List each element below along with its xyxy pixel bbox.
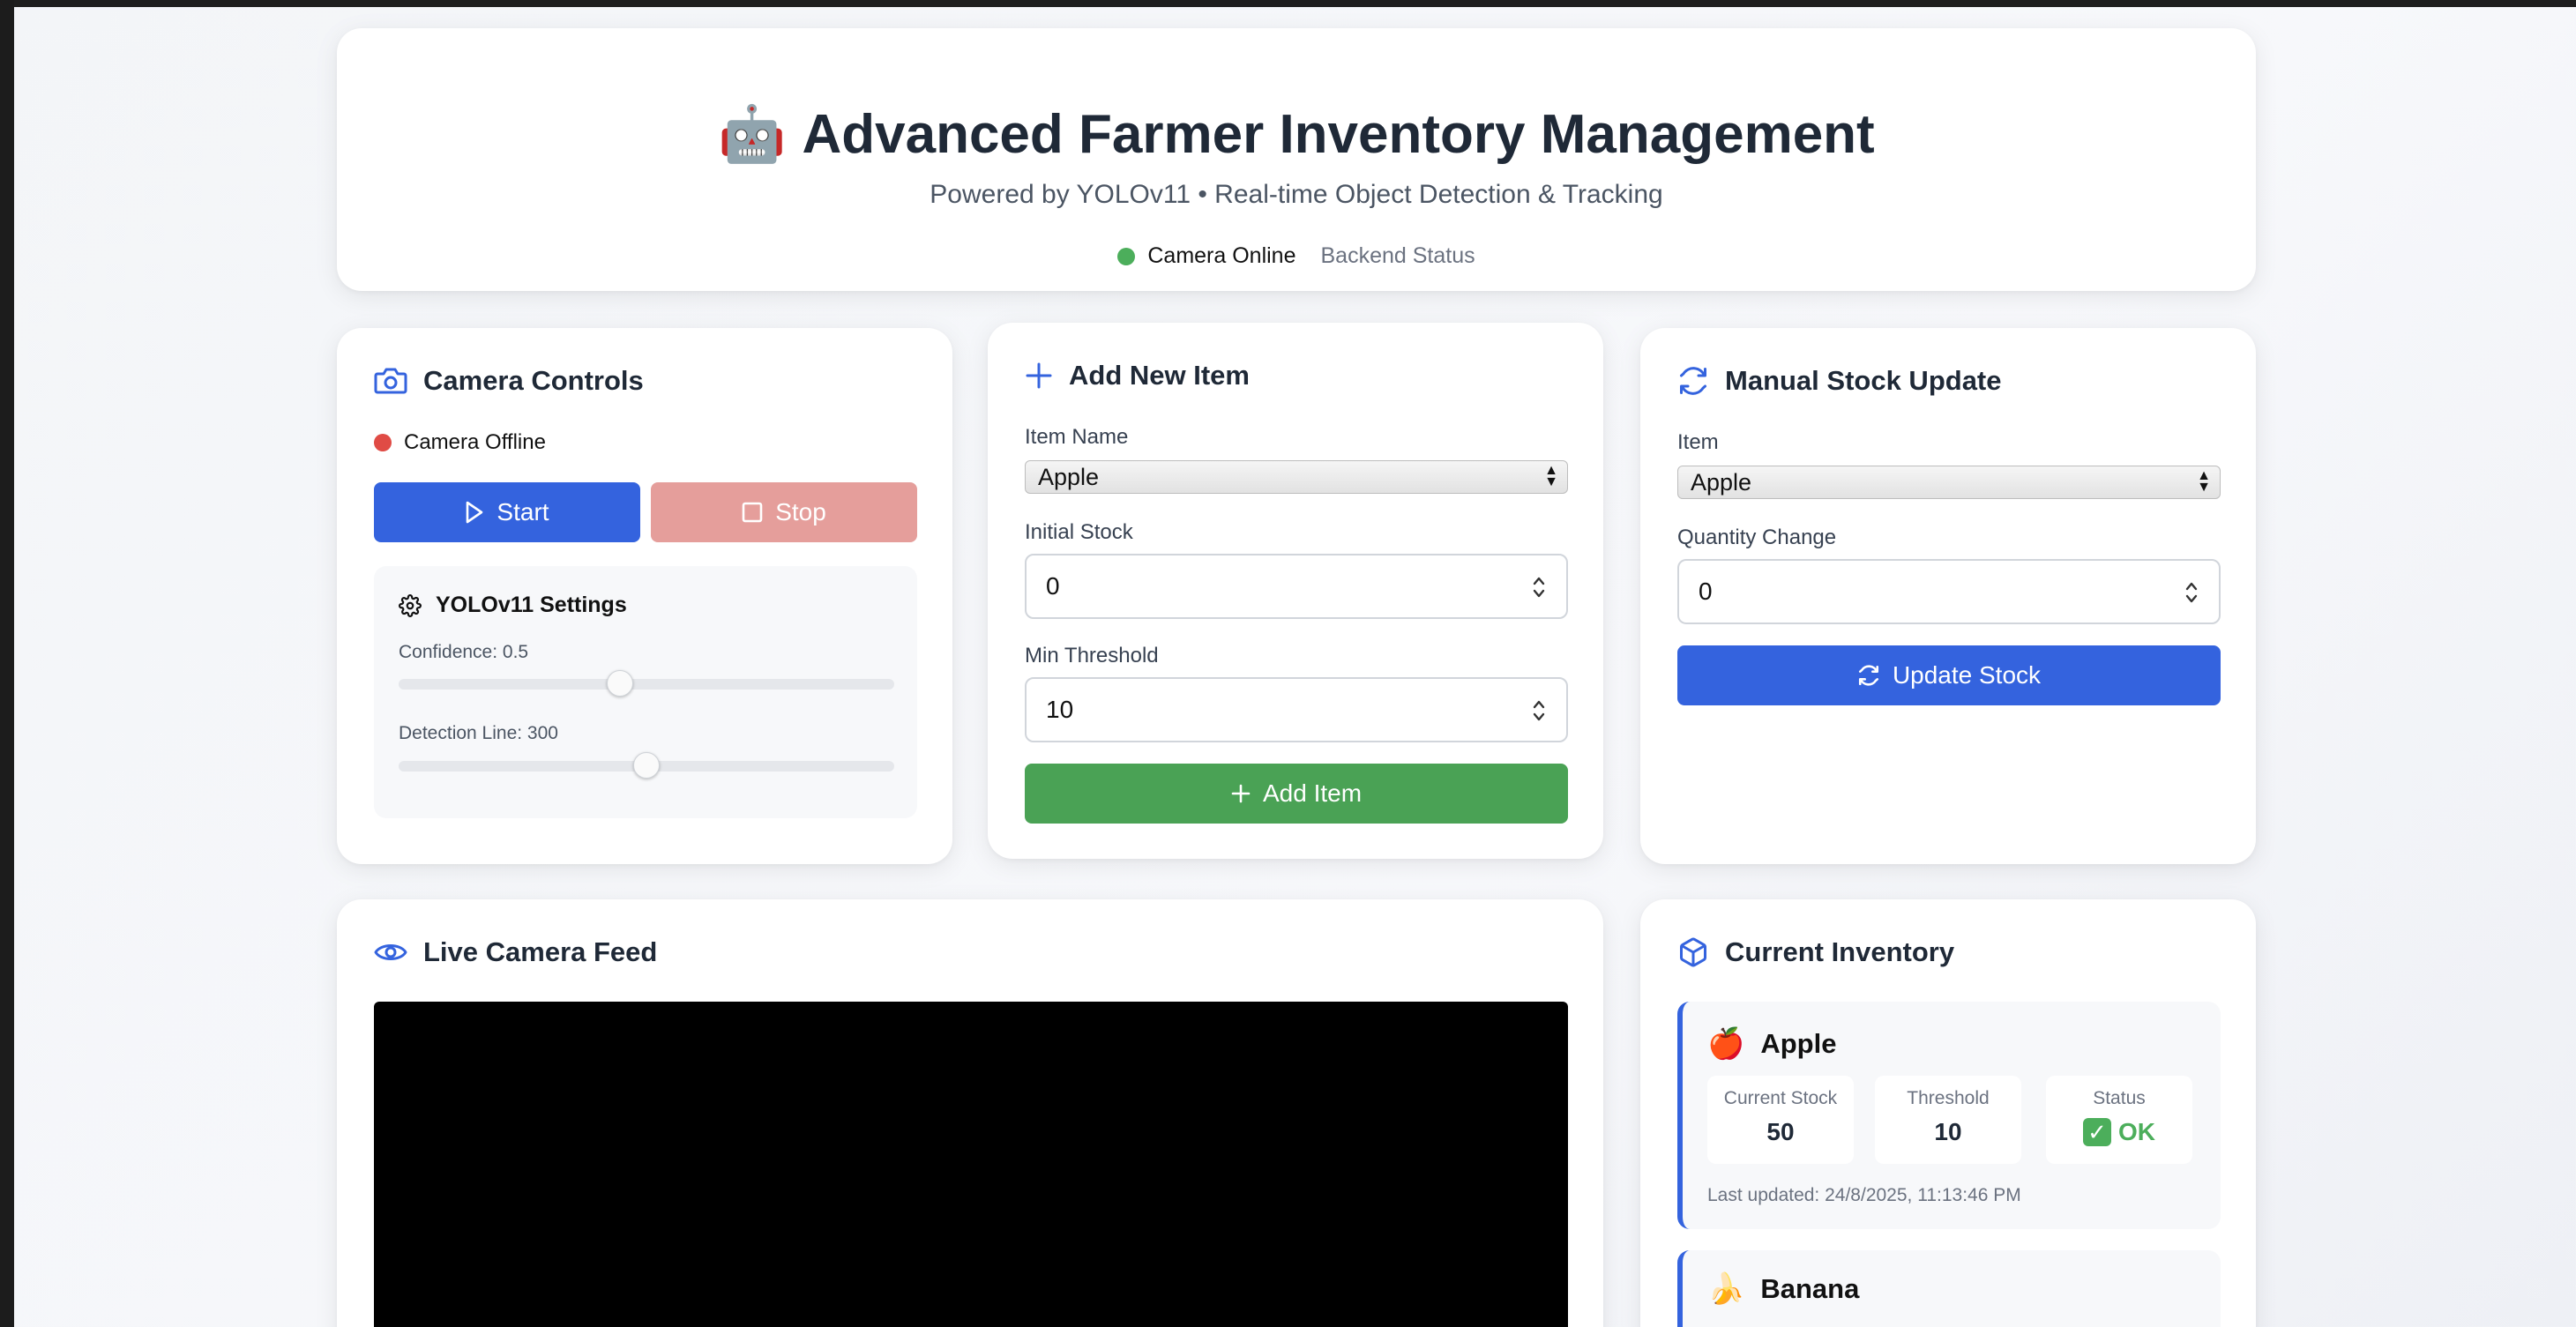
inventory-heading: Current Inventory bbox=[1677, 936, 1954, 968]
yolo-settings-heading: YOLOv11 Settings bbox=[399, 593, 627, 618]
add-item-button[interactable]: Add Item bbox=[1025, 764, 1568, 824]
live-feed-heading: Live Camera Feed bbox=[374, 936, 657, 968]
detection-line-label: Detection Line: 300 bbox=[399, 723, 558, 743]
camera-offline-indicator bbox=[374, 434, 392, 451]
inventory-item-name: 🍌 Banana bbox=[1707, 1271, 1859, 1307]
confidence-label: Confidence: 0.5 bbox=[399, 642, 529, 662]
inventory-item-banana: 🍌 Banana bbox=[1677, 1250, 2221, 1327]
threshold-value: 10 bbox=[1934, 1118, 1962, 1145]
item-select-value: Apple bbox=[1691, 468, 1752, 496]
banana-icon: 🍌 bbox=[1707, 1272, 1745, 1306]
page-title-text: Advanced Farmer Inventory Management bbox=[802, 104, 1875, 165]
inventory-item-name: 🍎 Apple bbox=[1707, 1026, 1836, 1062]
item-name-value: Apple bbox=[1038, 463, 1100, 490]
backend-status-text: Backend Status bbox=[1320, 243, 1475, 268]
stepper-icon[interactable] bbox=[2184, 578, 2199, 607]
status-value: ✓ OK bbox=[2046, 1118, 2192, 1146]
start-button[interactable]: Start bbox=[374, 482, 640, 542]
yolo-settings-title: YOLOv11 Settings bbox=[436, 593, 627, 617]
add-item-button-label: Add Item bbox=[1262, 779, 1363, 807]
page-subtitle: Powered by YOLOv11 • Real-time Object De… bbox=[930, 180, 1663, 209]
check-icon: ✓ bbox=[2083, 1118, 2111, 1146]
manual-stock-heading: Manual Stock Update bbox=[1677, 365, 2002, 397]
inventory-title: Current Inventory bbox=[1725, 936, 1955, 967]
inventory-item-name-text: Banana bbox=[1760, 1273, 1860, 1304]
manual-stock-title: Manual Stock Update bbox=[1725, 365, 2002, 396]
apple-icon: 🍎 bbox=[1707, 1027, 1745, 1061]
add-item-title: Add New Item bbox=[1069, 360, 1250, 391]
current-stock-value: 50 bbox=[1766, 1118, 1795, 1145]
initial-stock-label: Initial Stock bbox=[1025, 520, 1133, 544]
current-stock-label: Current Stock bbox=[1723, 1088, 1838, 1108]
add-item-card: Add New Item Item Name Apple ▲ ▼ Initial … bbox=[988, 323, 1603, 859]
min-threshold-value: 10 bbox=[1046, 696, 1074, 723]
robot-icon: 🤖 bbox=[718, 104, 787, 165]
camera-feed-screen bbox=[374, 1002, 1568, 1327]
camera-controls-card: Camera Controls Camera Offline Start Sto… bbox=[337, 328, 952, 864]
select-arrows-icon: ▲ ▼ bbox=[1544, 463, 1558, 489]
update-stock-button[interactable]: Update Stock bbox=[1677, 645, 2221, 705]
camera-online-indicator bbox=[1117, 247, 1136, 265]
inventory-item-apple: 🍎 Apple Current Stock 50 Threshold 10 St… bbox=[1677, 1002, 2221, 1229]
min-threshold-input[interactable]: 10 bbox=[1025, 677, 1568, 742]
eye-icon bbox=[374, 944, 407, 960]
gear-icon bbox=[399, 593, 422, 617]
status-text: OK bbox=[2118, 1118, 2155, 1145]
last-updated-text: Last updated: 24/8/2025, 11:13:46 PM bbox=[1707, 1185, 2021, 1205]
add-item-heading: Add New Item bbox=[1025, 360, 1250, 391]
initial-stock-value: 0 bbox=[1046, 572, 1060, 600]
live-feed-card: Live Camera Feed bbox=[337, 899, 1603, 1327]
refresh-icon bbox=[1680, 367, 1706, 395]
threshold-stat: Threshold 10 bbox=[1875, 1076, 2021, 1164]
live-feed-title: Live Camera Feed bbox=[423, 936, 658, 967]
plus-icon bbox=[1231, 784, 1251, 803]
inventory-item-name-text: Apple bbox=[1760, 1028, 1837, 1059]
refresh-icon bbox=[1858, 665, 1878, 686]
min-threshold-label: Min Threshold bbox=[1025, 644, 1159, 667]
stepper-icon[interactable] bbox=[1531, 697, 1547, 725]
manual-stock-card: Manual Stock Update Item Apple ▲ ▼ Quanti… bbox=[1640, 328, 2256, 864]
camera-offline-status: Camera Offline bbox=[374, 430, 546, 455]
camera-controls-title: Camera Controls bbox=[423, 365, 644, 396]
camera-controls-heading: Camera Controls bbox=[374, 365, 644, 397]
stop-button-label: Stop bbox=[775, 498, 826, 526]
item-select[interactable]: Apple ▲ ▼ bbox=[1677, 466, 2221, 499]
select-arrows-icon: ▲ ▼ bbox=[2197, 468, 2211, 495]
detection-line-slider-thumb[interactable] bbox=[633, 752, 660, 779]
current-stock-stat: Current Stock 50 bbox=[1707, 1076, 1854, 1164]
item-name-select[interactable]: Apple ▲ ▼ bbox=[1025, 460, 1568, 494]
item-label: Item bbox=[1677, 430, 1719, 454]
status-bar: Camera Online Backend Status bbox=[337, 243, 2256, 269]
update-stock-button-label: Update Stock bbox=[1892, 661, 2042, 689]
start-button-label: Start bbox=[497, 498, 549, 526]
inventory-card: Current Inventory 🍎 Apple Current Stock … bbox=[1640, 899, 2256, 1327]
camera-online-text: Camera Online bbox=[1147, 243, 1296, 268]
stop-icon bbox=[742, 502, 763, 523]
window-left-edge bbox=[0, 0, 14, 1327]
yolo-settings-panel: YOLOv11 Settings Confidence: 0.5 Detecti… bbox=[374, 566, 917, 818]
header-card: 🤖 Advanced Farmer Inventory Management Po… bbox=[337, 28, 2256, 291]
item-name-label: Item Name bbox=[1025, 425, 1129, 449]
stop-button[interactable]: Stop bbox=[651, 482, 917, 542]
quantity-change-label: Quantity Change bbox=[1677, 526, 1837, 549]
camera-offline-text: Camera Offline bbox=[404, 430, 546, 454]
camera-icon bbox=[374, 368, 407, 394]
box-icon bbox=[1680, 937, 1706, 967]
status-stat: Status ✓ OK bbox=[2046, 1076, 2192, 1164]
stepper-icon[interactable] bbox=[1531, 573, 1547, 601]
confidence-slider-thumb[interactable] bbox=[607, 670, 633, 697]
quantity-change-input[interactable]: 0 bbox=[1677, 559, 2221, 624]
initial-stock-input[interactable]: 0 bbox=[1025, 554, 1568, 619]
play-icon bbox=[467, 501, 483, 524]
plus-icon bbox=[1026, 362, 1052, 389]
confidence-slider[interactable] bbox=[399, 670, 894, 697]
browser-top-bar bbox=[0, 0, 2576, 7]
status-label: Status bbox=[2093, 1088, 2146, 1108]
quantity-change-value: 0 bbox=[1699, 578, 1713, 605]
page-title: 🤖 Advanced Farmer Inventory Management bbox=[337, 102, 2256, 167]
threshold-label: Threshold bbox=[1907, 1088, 1990, 1108]
detection-line-slider[interactable] bbox=[399, 752, 894, 779]
